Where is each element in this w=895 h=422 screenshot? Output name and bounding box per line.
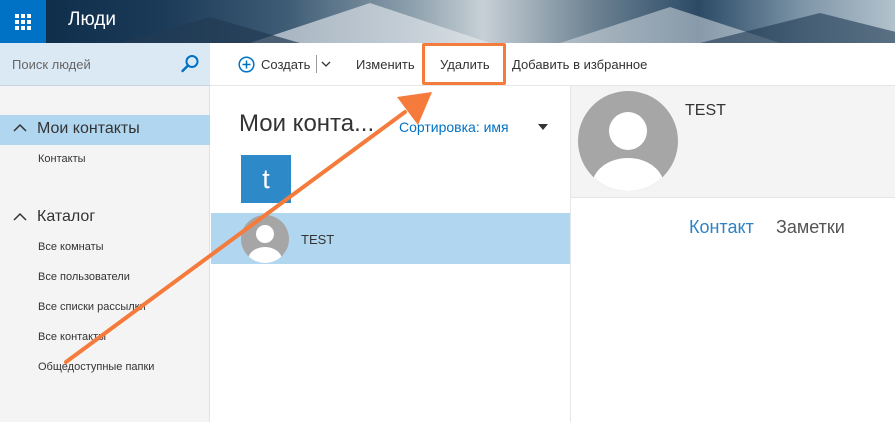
nav-my-contacts[interactable]: Мои контакты — [37, 120, 140, 138]
create-button[interactable]: Создать — [261, 57, 310, 72]
nav-item-all-users[interactable]: Все пользователи — [38, 271, 130, 283]
search-icon[interactable] — [180, 54, 200, 74]
nav-item-all-distribution-lists[interactable]: Все списки рассылки — [38, 301, 146, 313]
sort-dropdown[interactable]: Сортировка: имя — [399, 119, 509, 135]
command-toolbar: Создать Изменить Удалить Добавить в избр… — [210, 43, 895, 86]
annotation-highlight-box — [422, 43, 506, 85]
contact-name: TEST — [301, 232, 335, 247]
app-title: Люди — [68, 9, 117, 30]
tab-notes[interactable]: Заметки — [776, 217, 845, 238]
nav-catalog[interactable]: Каталог — [37, 208, 95, 226]
add-to-favorites-button[interactable]: Добавить в избранное — [512, 57, 647, 72]
caret-down-icon[interactable] — [538, 124, 548, 130]
search-box — [0, 43, 210, 86]
chevron-down-icon[interactable] — [321, 61, 331, 68]
nav-item-contacts[interactable]: Контакты — [38, 153, 86, 165]
plus-circle-icon[interactable] — [238, 56, 255, 73]
edit-button[interactable]: Изменить — [356, 57, 415, 72]
nav-item-all-rooms[interactable]: Все комнаты — [38, 241, 104, 253]
create-divider — [316, 55, 317, 73]
avatar-icon — [241, 215, 289, 263]
avatar-icon — [578, 91, 678, 191]
search-input[interactable] — [12, 55, 172, 73]
nav-item-all-contacts[interactable]: Все контакты — [38, 331, 106, 343]
list-title: Мои конта... — [239, 110, 375, 137]
waffle-icon[interactable] — [0, 0, 46, 43]
letter-jump-tile[interactable]: t — [241, 155, 291, 203]
chevron-up-icon[interactable] — [13, 123, 27, 132]
chevron-up-icon[interactable] — [13, 212, 27, 221]
nav-item-public-folders[interactable]: Общедоступные папки — [38, 361, 154, 373]
detail-contact-name: TEST — [685, 102, 726, 119]
tab-contact[interactable]: Контакт — [689, 217, 754, 238]
app-header — [0, 0, 895, 43]
